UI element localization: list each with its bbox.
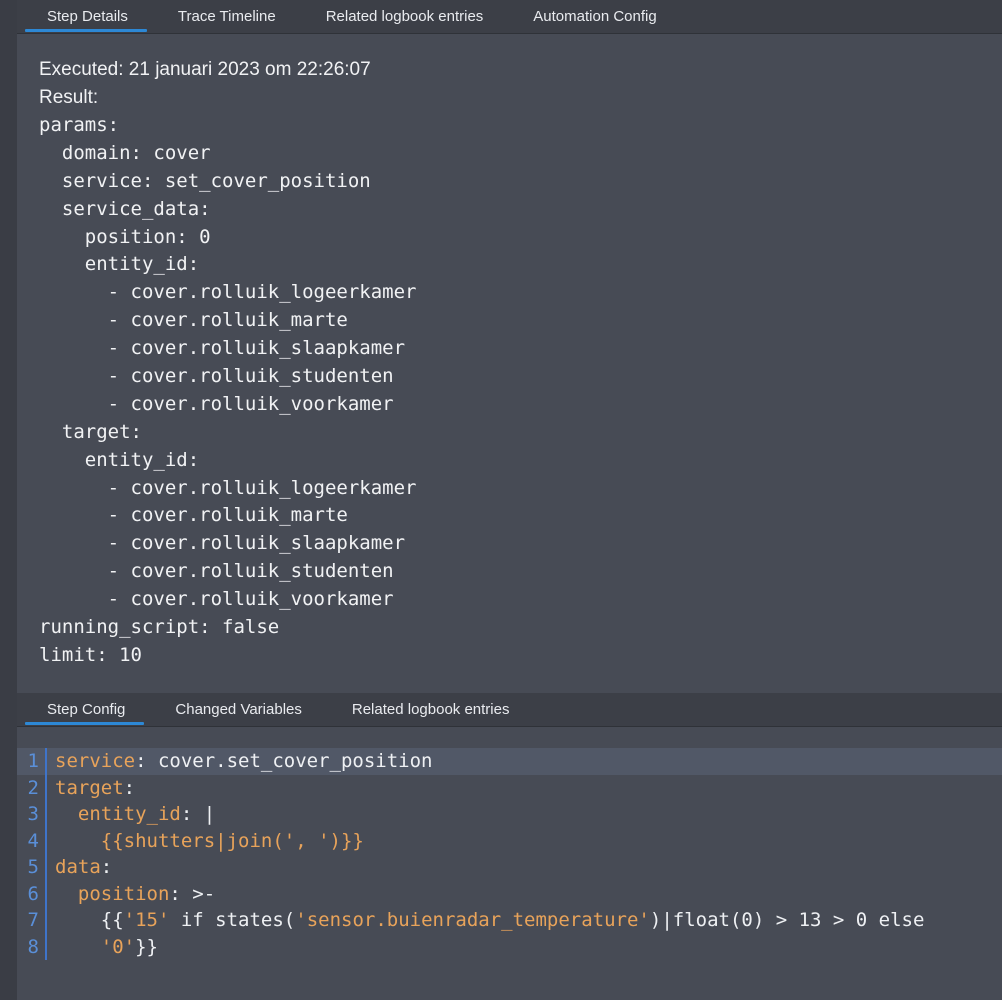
code-string: {{shutters|join(', ')}} [100,829,364,852]
code-text: entity_id: | [47,803,215,825]
code-string: 'sensor.buienradar_temperature' [295,909,650,932]
yaml-line: - cover.rolluik_studenten [39,560,394,583]
code-text-segment: }} [135,935,158,958]
line-number: 1 [17,748,47,775]
code-key: target [55,776,124,799]
code-text: position: >- [47,883,215,905]
result-label: Result: [39,87,99,108]
tab-related-logbook-entries-bottom[interactable]: Related logbook entries [327,693,535,726]
tab-changed-variables[interactable]: Changed Variables [150,693,326,726]
code-punct: : cover.set_cover_position [135,750,433,773]
yaml-line: domain: cover [39,141,211,164]
line-number: 3 [17,801,47,828]
yaml-line: - cover.rolluik_slaapkamer [39,532,406,555]
line-number: 8 [17,933,47,960]
yaml-line: entity_id: [39,448,200,471]
tab-trace-timeline[interactable]: Trace Timeline [153,0,301,33]
tab-step-config[interactable]: Step Config [17,693,150,726]
yaml-line: position: 0 [39,225,211,248]
yaml-line: service_data: [39,197,211,220]
code-punct: : [123,776,136,799]
line-number: 4 [17,827,47,854]
code-key: entity_id [77,803,181,826]
code-punct: : >- [169,882,216,905]
result-yaml: params: domain: cover service: set_cover… [39,112,989,670]
tab-related-logbook-entries[interactable]: Related logbook entries [301,0,509,33]
yaml-line: - cover.rolluik_marte [39,504,348,527]
code-text-segment: )|float(0) > 13 > 0 else [649,909,925,932]
code-punct: {{ [100,909,124,932]
code-line[interactable]: 2 target: [17,774,1002,801]
line-number: 6 [17,880,47,907]
code-string: '15' [123,909,170,932]
line-number: 7 [17,907,47,934]
config-tab-bar: Step Config Changed Variables Related lo… [17,693,1002,727]
code-key: position [77,882,170,905]
left-edge [0,0,17,1000]
yaml-line: - cover.rolluik_slaapkamer [39,337,406,360]
yaml-line: - cover.rolluik_logeerkamer [39,476,417,499]
yaml-line: target: [39,420,142,443]
code-text: data: [47,856,112,878]
code-line[interactable]: 8 '0'}} [17,933,1002,960]
code-punct: : [100,856,113,879]
tab-automation-config[interactable]: Automation Config [508,0,681,33]
yaml-line: - cover.rolluik_voorkamer [39,392,394,415]
yaml-line: params: [39,114,120,136]
code-line[interactable]: 6 position: >- [17,880,1002,907]
line-number: 2 [17,774,47,801]
code-string: '0' [100,935,136,958]
yaml-line: service: set_cover_position [39,169,371,192]
code-text: {{shutters|join(', ')}} [47,830,364,852]
code-key: data [55,856,101,879]
code-line[interactable]: 7 {{'15' if states('sensor.buienradar_te… [17,907,1002,934]
code-line[interactable]: 4 {{shutters|join(', ')}} [17,827,1002,854]
code-key: service [55,750,136,773]
code-text-segment: if states( [169,909,296,932]
code-editor[interactable]: 1 service: cover.set_cover_position 2 targe… [17,727,1002,1000]
yaml-line: running_script: false [39,616,280,639]
details-tab-bar: Step Details Trace Timeline Related logb… [17,0,1002,34]
step-details-panel: Executed: 21 januari 2023 om 22:26:07 Re… [39,56,989,670]
code-text: '0'}} [47,936,158,958]
code-text: target: [47,777,135,799]
executed-timestamp: Executed: 21 januari 2023 om 22:26:07 [39,59,371,80]
yaml-line: - cover.rolluik_marte [39,309,348,332]
yaml-line: entity_id: [39,253,200,276]
code-line[interactable]: 5 data: [17,854,1002,881]
yaml-line: - cover.rolluik_studenten [39,365,394,388]
code-line[interactable]: 3 entity_id: | [17,801,1002,828]
tab-step-details[interactable]: Step Details [17,0,153,33]
yaml-line: - cover.rolluik_voorkamer [39,588,394,611]
yaml-line: - cover.rolluik_logeerkamer [39,281,417,304]
code-punct: : | [180,803,216,826]
yaml-line: limit: 10 [39,643,142,666]
code-text: service: cover.set_cover_position [47,750,433,772]
code-text: {{'15' if states('sensor.buienradar_temp… [47,909,925,932]
line-number: 5 [17,854,47,881]
code-line[interactable]: 1 service: cover.set_cover_position [17,748,1002,775]
